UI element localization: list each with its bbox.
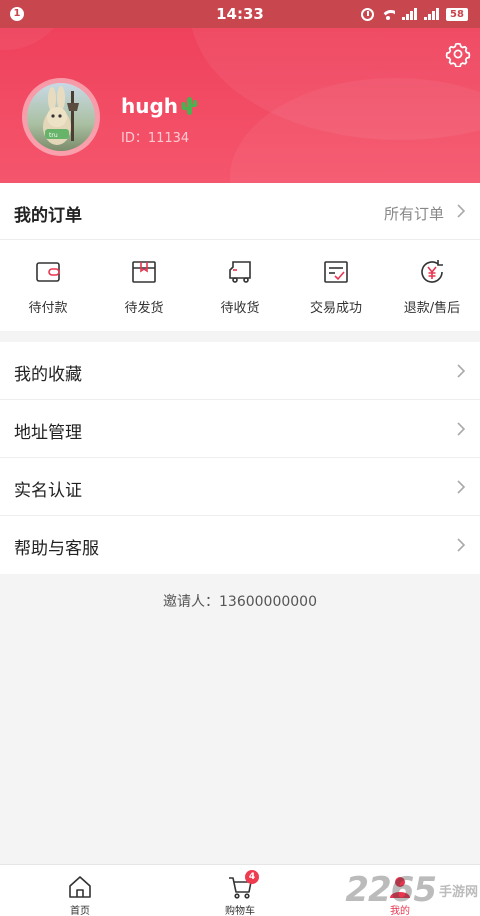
package-icon [132,261,156,283]
order-completed[interactable]: 交易成功 [288,240,384,330]
home-icon [69,876,91,898]
menu-item-address[interactable]: 地址管理 [0,400,480,458]
refund-icon [421,260,443,283]
alarm-icon [361,7,374,21]
username-text: hugh [121,94,179,118]
chevron-right-icon [457,538,466,552]
order-pending-receipt[interactable]: 待收货 [192,240,288,330]
signal-icon [424,8,439,20]
avatar-image: tru [27,83,95,151]
status-bar: 1 14:33 58 [0,0,480,28]
order-refund[interactable]: 退款/售后 [384,240,480,330]
order-item-label: 退款/售后 [403,301,461,316]
nav-label: 我的 [390,906,410,916]
menu-list: 我的收藏 地址管理 实名认证 帮助与客服 [0,342,480,574]
orders-title: 我的订单 [14,206,82,226]
wifi-icon [381,8,395,20]
chevron-right-icon [457,364,466,378]
menu-item-help[interactable]: 帮助与客服 [0,516,480,574]
svg-text:tru: tru [49,132,58,139]
order-pending-shipment[interactable]: 待发货 [96,240,192,330]
bottom-nav: 首页 4 购物车 我的 [0,864,480,916]
cactus-icon [181,97,198,115]
nav-cart[interactable]: 4 购物车 [160,865,320,916]
avatar[interactable]: tru [22,78,100,156]
order-pending-payment[interactable]: 待付款 [0,240,96,330]
order-item-label: 交易成功 [309,301,362,316]
menu-item-label: 地址管理 [14,423,82,443]
menu-item-favorites[interactable]: 我的收藏 [0,342,480,400]
all-orders-link[interactable]: 所有订单 [384,203,444,224]
chevron-right-icon [457,480,466,494]
user-icon [390,877,410,898]
menu-item-label: 实名认证 [14,481,82,501]
wallet-icon [36,262,60,282]
username: hugh [121,94,198,118]
nav-label: 首页 [70,906,90,916]
inviter-text: 邀请人：13600000000 [163,594,317,610]
order-item-label: 待付款 [28,301,68,316]
gear-icon[interactable] [445,41,471,67]
checklist-icon [324,261,348,283]
orders-header[interactable]: 我的订单 所有订单 [0,183,480,240]
cart-badge: 4 [245,870,259,884]
menu-item-label: 我的收藏 [14,365,82,385]
menu-item-label: 帮助与客服 [14,539,99,559]
order-item-label: 待发货 [124,301,164,316]
truck-icon [229,261,251,283]
signal-icon [402,8,417,20]
chevron-right-icon [457,204,466,218]
order-item-label: 待收货 [220,301,260,316]
orders-section: 我的订单 所有订单 待付款 待发货 待收货 交易成功 退款/售后 [0,183,480,331]
menu-item-verification[interactable]: 实名认证 [0,458,480,516]
status-icons: 58 [361,6,468,22]
nav-mine[interactable]: 我的 [320,865,480,916]
chevron-right-icon [457,422,466,436]
nav-label: 购物车 [225,906,255,916]
battery-icon: 58 [446,7,468,21]
nav-home[interactable]: 首页 [0,865,160,916]
order-status-row: 待付款 待发货 待收货 交易成功 退款/售后 [0,240,480,330]
user-id: ID：11134 [121,131,190,146]
